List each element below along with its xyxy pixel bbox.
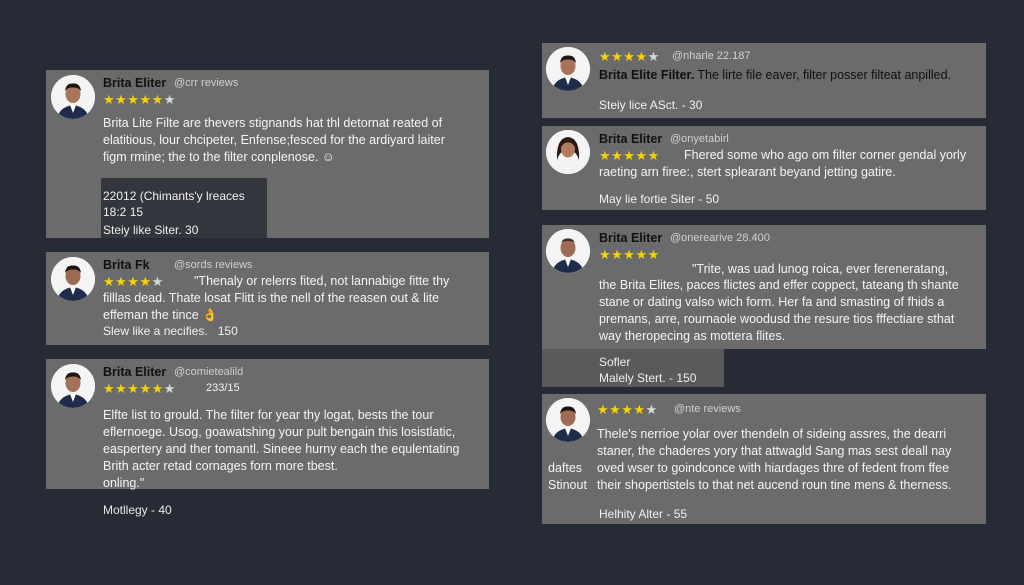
review-meta: Slew like a necifies. 150 xyxy=(103,324,238,338)
side-label: daftes xyxy=(548,461,583,475)
reviewer-handle: @onyetabirl xyxy=(670,133,729,145)
review-line: their shopertistels to that net aucend r… xyxy=(597,478,952,492)
reviewer-name: Brita Eliter xyxy=(599,132,663,146)
avatar[interactable] xyxy=(546,398,590,442)
review-line: effeman the tince 👌 xyxy=(103,308,218,322)
reviewer-name: Brita Eliter xyxy=(103,365,167,379)
meta-line: 22012 (Chimants'y lreaces xyxy=(103,189,245,203)
review-body: Elfte list to grould. The filter for yea… xyxy=(103,407,483,492)
reviewer-handle: @comietealild xyxy=(174,366,244,378)
review-line: Brita Lite Filte are thevers stignands h… xyxy=(103,116,443,130)
avatar[interactable] xyxy=(546,47,590,91)
review-line: Thele's nerrioe yolar over thendeln of s… xyxy=(597,427,947,441)
reviewer-handle: @crr reviews xyxy=(174,77,239,89)
reviewer-name: Brita Fk xyxy=(103,258,150,272)
avatar[interactable] xyxy=(51,257,95,301)
star-rating: ★★★★★★ xyxy=(103,381,176,396)
meta-line: 18:2 15 xyxy=(103,205,144,219)
review-line: stane or dating valso wich form. Her fa … xyxy=(599,295,945,309)
review-meta: Steiy lice ASct. - 30 xyxy=(599,98,703,112)
review-line: oved wser to goindconce with hiardages t… xyxy=(597,461,950,475)
side-labels: daftes Stinout xyxy=(548,460,587,494)
meta-line: Malely Stert. - 150 xyxy=(599,371,697,385)
review-body: raeting arn firee:, stert splearant beya… xyxy=(599,164,896,181)
avatar[interactable] xyxy=(546,229,590,273)
review-card-right-4: ★★★★★ @nte reviews Thele's nerrioe yolar… xyxy=(542,394,986,524)
review-card-left-1: Brita Eliter @crr reviews ★★★★★★ Brita L… xyxy=(46,70,489,238)
review-line: figm rmine; the to the filter conplenose… xyxy=(103,150,335,164)
avatar[interactable] xyxy=(546,130,590,174)
review-body: filllas dead. Thate losat Flitt is the n… xyxy=(103,290,483,324)
review-headline: Brita Elite Filter. The lirte file eaver… xyxy=(599,67,951,84)
review-meta: Helhity Alter - 55 xyxy=(599,507,688,521)
review-body: Brita Lite Filte are thevers stignands h… xyxy=(103,115,483,166)
star-rating: ★★★★★ xyxy=(103,274,164,289)
review-line: Brith acter retad cornages forn more tbe… xyxy=(103,459,338,473)
review-card-left-2: Brita Fk @sords reviews ★★★★★ "Thenaly o… xyxy=(46,252,489,345)
review-body: the Brita Elites, paces flictes and effe… xyxy=(599,277,959,345)
review-quote: "Thenaly or relerrs fited, not lannabige… xyxy=(194,274,450,288)
star-rating: ★★★★★★ xyxy=(103,92,176,107)
review-count: 233/15 xyxy=(206,382,240,394)
review-line: elatitious, lour chcipeter, Enfense;fesc… xyxy=(103,133,445,147)
side-label: Stinout xyxy=(548,478,587,492)
meta-line: Sofler xyxy=(599,355,631,369)
review-line: eflernoege. Usog, goawatshing your pult … xyxy=(103,425,456,439)
avatar[interactable] xyxy=(51,364,95,408)
review-line: onling." xyxy=(103,476,145,490)
review-meta: Sofler Malely Stert. - 150 xyxy=(599,354,696,386)
review-card-right-3: Brita Eliter @onerearive 28.400 ★★★★★ "T… xyxy=(542,225,986,349)
review-line: raeting arn firee:, stert splearant beya… xyxy=(599,165,896,179)
review-body: Thele's nerrioe yolar over thendeln of s… xyxy=(597,426,951,494)
review-line: filllas dead. Thate losat Flitt is the n… xyxy=(103,291,440,305)
review-line: way theropecing as mottera flites. xyxy=(599,329,786,343)
reviewer-handle: @nte reviews xyxy=(674,403,741,415)
reviewer-name: Brita Eliter xyxy=(103,76,167,90)
review-quote: "Trite, was uad lunog roica, ever ferene… xyxy=(692,262,949,276)
avatar[interactable] xyxy=(51,75,95,119)
review-line: easpertery and ther tomantl. Sineee hurn… xyxy=(103,442,460,456)
reviewer-handle: @onerearive 28.400 xyxy=(670,232,770,244)
review-card-right-2: Brita Eliter @onyetabirl ★★★★★ Fhered so… xyxy=(542,126,986,210)
review-line: The lirte file eaver, filter posser filt… xyxy=(697,68,952,82)
reviewer-handle: @nharle 22.187 xyxy=(672,50,751,62)
reviewer-name: Brita Elite Filter. xyxy=(599,68,695,82)
review-line: Fhered some who ago om filter corner gen… xyxy=(684,148,967,162)
meta-line: Steiy like Siter. 30 xyxy=(103,223,199,237)
reviewer-name: Brita Eliter xyxy=(599,231,663,245)
review-meta: Motllegy - 40 xyxy=(103,503,172,517)
review-line: Elfte list to grould. The filter for yea… xyxy=(103,408,434,422)
review-line: the Brita Elites, paces flictes and effe… xyxy=(599,278,959,292)
star-rating: ★★★★★ xyxy=(599,49,660,64)
reviewer-handle: @sords reviews xyxy=(174,259,253,271)
review-line: premans, arre, rournaole woodusd the res… xyxy=(599,312,955,326)
review-card-right-1: ★★★★★ @nharle 22.187 Brita Elite Filter.… xyxy=(542,43,986,118)
star-rating: ★★★★★ xyxy=(597,402,658,417)
star-rating: ★★★★★ xyxy=(599,148,660,163)
review-meta: May lie fortie Siter - 50 xyxy=(599,192,720,206)
star-rating: ★★★★★ xyxy=(599,247,660,262)
review-card-left-3: Brita Eliter @comietealild ★★★★★★ 233/15… xyxy=(46,359,489,492)
review-meta: 22012 (Chimants'y lreaces 18:2 15 Steiy … xyxy=(103,188,245,238)
review-line: staner, the chaderes yory that attwagld … xyxy=(597,444,952,458)
